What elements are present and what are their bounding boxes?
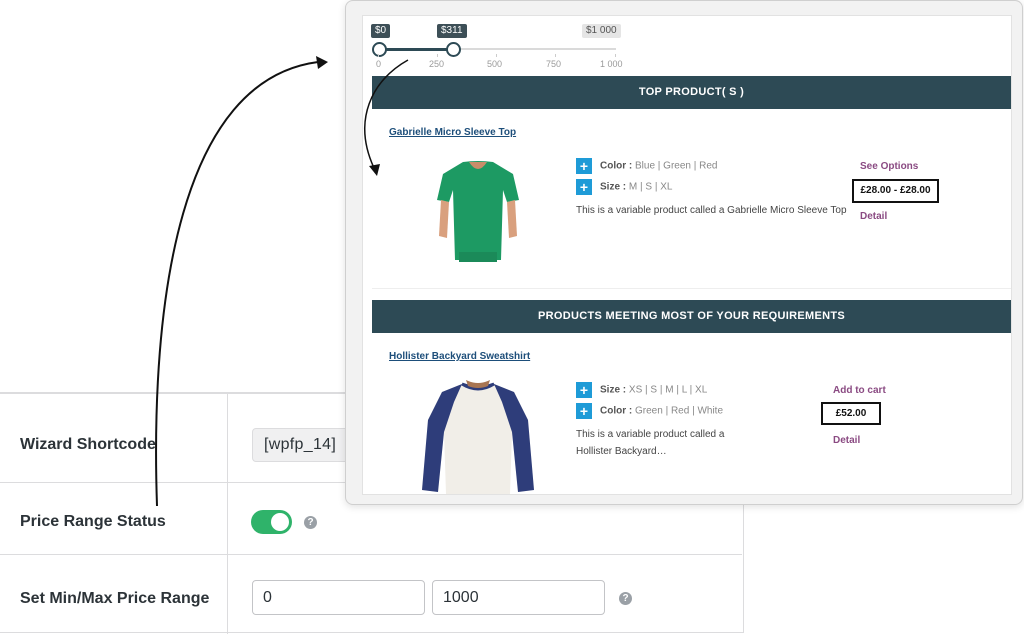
slider-fill <box>378 48 452 51</box>
detail-link[interactable]: Detail <box>860 211 887 222</box>
tick-mark <box>378 54 379 57</box>
option-row: + Color : Blue | Green | Red <box>576 158 717 175</box>
option-row: + Size : XS | S | M | L | XL <box>576 382 707 399</box>
arrow-head-icon <box>316 56 328 69</box>
product-title-link[interactable]: Hollister Backyard Sweatshirt <box>389 351 530 362</box>
tick-label: 500 <box>487 59 503 69</box>
slider-min-tag: $0 <box>371 24 391 38</box>
option-label: Size : <box>600 384 627 396</box>
help-icon[interactable]: ? <box>619 592 632 605</box>
plus-icon[interactable]: + <box>576 179 592 195</box>
plus-icon[interactable]: + <box>576 382 592 398</box>
option-values: Blue | Green | Red <box>635 160 718 172</box>
wizard-shortcode-label: Wizard Shortcode <box>20 436 156 453</box>
tick-label: 250 <box>429 59 445 69</box>
section-heading-top-products: TOP PRODUCT( S ) <box>372 76 1011 109</box>
slider-max-handle[interactable] <box>446 42 461 57</box>
option-label: Size : <box>600 181 627 193</box>
min-price-input[interactable]: 0 <box>252 580 425 615</box>
product-description: This is a variable product called a Holl… <box>576 426 724 460</box>
row-min-max-price: Set Min/Max Price Range 0 1000 ? <box>0 554 742 635</box>
max-price-input[interactable]: 1000 <box>432 580 605 615</box>
toggle-knob <box>271 513 289 531</box>
tick-label: 1 000 <box>600 59 623 69</box>
price-badge: £52.00 <box>821 402 881 425</box>
slider-min-handle[interactable] <box>372 42 387 57</box>
preview-window: $0 $311 $1 000 0 250 500 750 1 000 TOP P… <box>345 0 1023 505</box>
plus-icon[interactable]: + <box>576 403 592 419</box>
price-range-badge: £28.00 - £28.00 <box>852 179 939 203</box>
option-values: XS | S | M | L | XL <box>628 384 708 396</box>
section-heading-matching-products: PRODUCTS MEETING MOST OF YOUR REQUIREMEN… <box>372 300 1011 333</box>
option-label: Color : <box>600 160 633 172</box>
green-tshirt-image[interactable] <box>433 156 523 262</box>
option-label: Color : <box>600 405 633 417</box>
slider-max-tag: $1 000 <box>582 24 621 38</box>
option-values: M | S | XL <box>628 181 673 193</box>
product-title-link[interactable]: Gabrielle Micro Sleeve Top <box>389 127 516 138</box>
detail-link[interactable]: Detail <box>833 435 860 446</box>
tick-mark <box>615 54 616 57</box>
raglan-sweatshirt-image[interactable] <box>418 380 538 494</box>
see-options-link[interactable]: See Options <box>860 161 918 172</box>
tick-label: 750 <box>546 59 562 69</box>
tick-mark <box>437 54 438 57</box>
preview-content: $0 $311 $1 000 0 250 500 750 1 000 TOP P… <box>362 15 1012 495</box>
divider <box>372 288 1011 289</box>
tick-mark <box>496 54 497 57</box>
description-line: This is a variable product called a <box>576 429 725 440</box>
product-description: This is a variable product called a Gabr… <box>576 205 847 216</box>
option-row: + Color : Green | Red | White <box>576 403 723 420</box>
option-values: Green | Red | White <box>635 405 724 417</box>
price-range-status-label: Price Range Status <box>20 513 166 530</box>
slider-current-tag: $311 <box>437 24 467 38</box>
tick-label: 0 <box>376 59 382 69</box>
help-icon[interactable]: ? <box>304 516 317 529</box>
min-max-price-label: Set Min/Max Price Range <box>20 590 210 607</box>
tick-mark <box>555 54 556 57</box>
price-range-toggle[interactable] <box>251 510 292 534</box>
add-to-cart-link[interactable]: Add to cart <box>833 385 886 396</box>
description-line: Hollister Backyard… <box>576 446 667 457</box>
plus-icon[interactable]: + <box>576 158 592 174</box>
option-row: + Size : M | S | XL <box>576 179 672 196</box>
